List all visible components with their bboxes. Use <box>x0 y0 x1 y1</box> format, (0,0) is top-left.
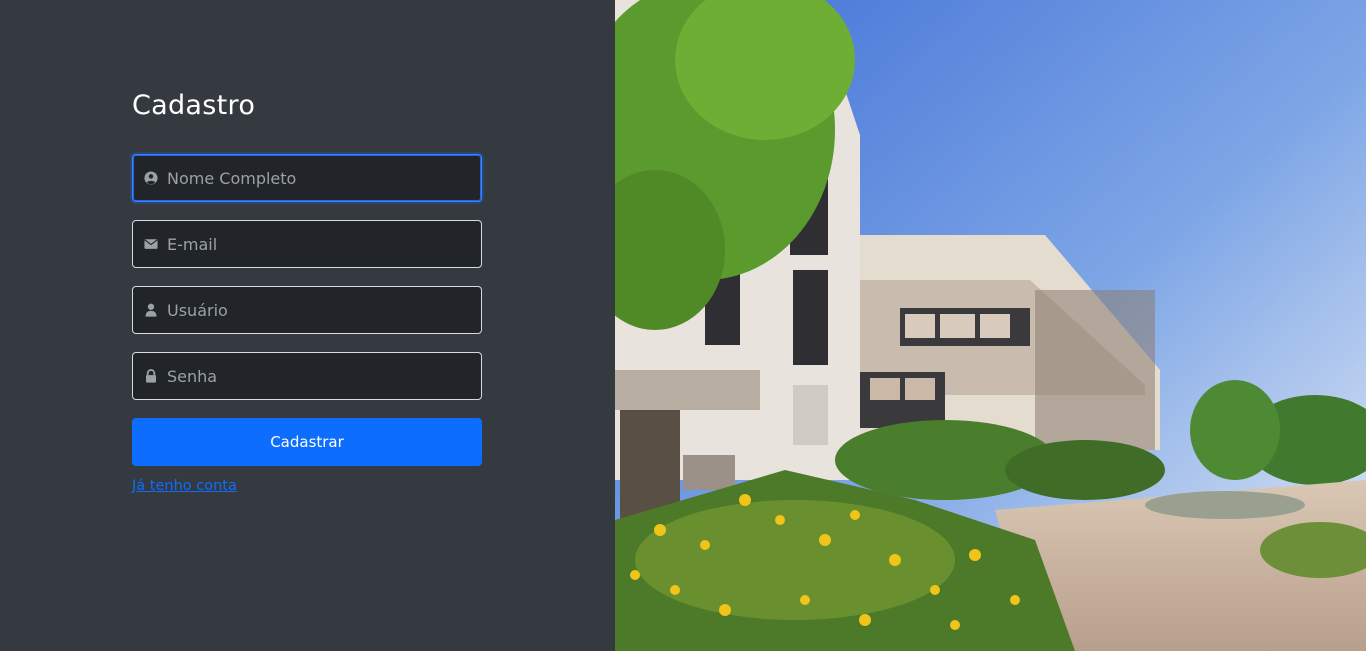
user-icon <box>145 303 157 317</box>
page-title: Cadastro <box>132 90 256 121</box>
login-link[interactable]: Já tenho conta <box>132 478 237 494</box>
building-photo-illustration <box>615 0 1366 651</box>
form-panel: Cadastro Nome Completo E-mail Usuário Ca… <box>0 0 615 651</box>
email-input[interactable] <box>167 221 473 267</box>
register-button[interactable]: Cadastrar <box>132 418 482 466</box>
password-input[interactable] <box>167 353 473 399</box>
signup-form: Cadastro Nome Completo E-mail Usuário Ca… <box>132 88 482 494</box>
username-field[interactable] <box>132 286 482 334</box>
lock-icon <box>146 369 156 383</box>
envelope-icon <box>144 239 158 249</box>
username-input[interactable] <box>167 287 473 333</box>
full-name-input[interactable] <box>167 155 473 201</box>
building-photo <box>615 0 1366 651</box>
full-name-field[interactable] <box>132 154 482 202</box>
password-field[interactable] <box>132 352 482 400</box>
email-field[interactable] <box>132 220 482 268</box>
user-circle-icon <box>144 171 158 185</box>
